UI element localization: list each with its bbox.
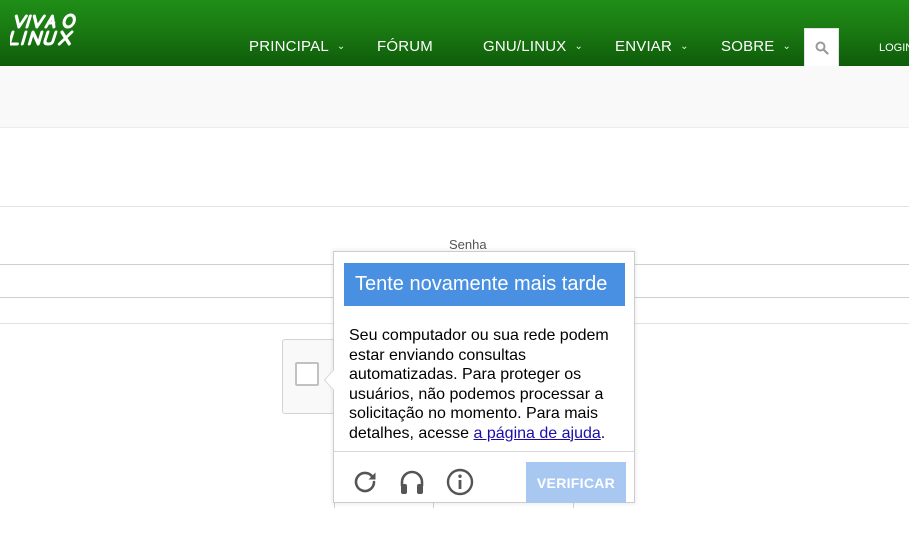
divider: [0, 206, 909, 207]
chevron-down-icon: ⌄: [574, 41, 584, 52]
verify-button[interactable]: VERIFICAR: [526, 462, 626, 503]
nav-item-gnu-linux[interactable]: GNU/LINUX ⌄: [483, 38, 583, 55]
info-icon[interactable]: [446, 468, 474, 496]
challenge-message-end: .: [600, 424, 606, 442]
search-icon: [815, 41, 829, 55]
nav-item-label: FÓRUM: [377, 38, 433, 55]
challenge-title: Tente novamente mais tarde: [344, 263, 625, 306]
challenge-footer: VERIFICAR: [334, 451, 634, 504]
help-page-link[interactable]: a página de ajuda: [474, 425, 601, 442]
nav-item-principal[interactable]: PRINCIPAL ⌄: [249, 38, 345, 55]
login-link[interactable]: LOGIN: [879, 42, 909, 54]
nav-item-label: ENVIAR: [615, 38, 673, 55]
challenge-message: Seu computador ou sua rede podem estar e…: [349, 326, 621, 443]
chevron-down-icon: ⌄: [782, 41, 792, 52]
nav-item-label: GNU/LINUX: [483, 38, 567, 55]
popup-pointer-inner: [325, 370, 334, 390]
nav-item-label: PRINCIPAL: [249, 38, 329, 55]
chevron-down-icon: ⌄: [680, 41, 689, 52]
content-banner: [0, 66, 909, 128]
page: PRINCIPAL ⌄ FÓRUM GNU/LINUX ⌄ ENVIAR ⌄ SOBR…: [0, 0, 909, 545]
reload-icon[interactable]: [351, 468, 379, 496]
password-label: Senha: [449, 237, 487, 252]
chevron-down-icon: ⌄: [336, 41, 346, 52]
recaptcha-checkbox[interactable]: [295, 362, 319, 386]
nav-item-enviar[interactable]: ENVIAR ⌄: [615, 38, 689, 55]
nav-item-forum[interactable]: FÓRUM: [377, 38, 433, 55]
search-button[interactable]: [804, 28, 839, 67]
recaptcha-challenge-popup: Tente novamente mais tarde Seu computado…: [324, 251, 635, 504]
nav-item-sobre[interactable]: SOBRE ⌄: [721, 38, 791, 55]
main-nav: PRINCIPAL ⌄ FÓRUM GNU/LINUX ⌄ ENVIAR ⌄ SOBR…: [0, 0, 909, 66]
headphones-icon[interactable]: [398, 468, 426, 496]
top-navigation-bar: PRINCIPAL ⌄ FÓRUM GNU/LINUX ⌄ ENVIAR ⌄ SOBR…: [0, 0, 909, 67]
nav-item-label: SOBRE: [721, 38, 775, 55]
